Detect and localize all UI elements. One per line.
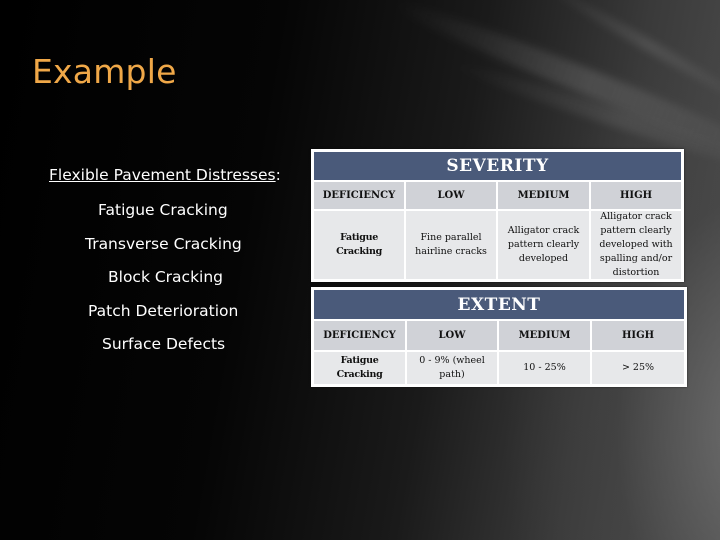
distress-list-heading: Flexible Pavement Distresses:: [49, 166, 281, 184]
distress-item: Patch Deterioration: [88, 302, 239, 320]
distress-heading-text: Flexible Pavement Distresses: [49, 166, 276, 184]
severity-cell-deficiency: Fatigue Cracking: [314, 211, 404, 279]
severity-header-medium: MEDIUM: [498, 182, 589, 209]
extent-cell-low: 0 - 9% (wheel path): [407, 352, 497, 384]
extent-header-deficiency: DEFICIENCY: [314, 321, 405, 350]
extent-header-high: HIGH: [592, 321, 684, 350]
severity-header-high: HIGH: [591, 182, 681, 209]
distress-heading-colon: :: [275, 166, 281, 184]
severity-header-deficiency: DEFICIENCY: [314, 182, 404, 209]
severity-table: SEVERITY DEFICIENCY LOW MEDIUM HIGH Fati…: [311, 149, 684, 282]
distress-item: Surface Defects: [102, 335, 226, 353]
light-streak: [390, 0, 720, 174]
extent-table-caption: EXTENT: [314, 290, 684, 319]
distress-item: Transverse Cracking: [85, 235, 242, 253]
extent-header-low: LOW: [407, 321, 497, 350]
severity-header-low: LOW: [406, 182, 496, 209]
distress-item: Block Cracking: [108, 268, 224, 286]
severity-table-caption: SEVERITY: [314, 152, 681, 180]
extent-table: EXTENT DEFICIENCY LOW MEDIUM HIGH Fatigu…: [311, 287, 687, 387]
severity-cell-medium: Alligator crack pattern clearly develope…: [498, 211, 589, 279]
extent-header-medium: MEDIUM: [499, 321, 590, 350]
extent-cell-high: > 25%: [592, 352, 684, 384]
severity-cell-high: Alligator crack pattern clearly develope…: [591, 211, 681, 279]
extent-cell-deficiency: Fatigue Cracking: [314, 352, 405, 384]
distress-item: Fatigue Cracking: [98, 201, 228, 219]
slide-title: Example: [32, 52, 177, 91]
severity-cell-low: Fine parallel hairline cracks: [406, 211, 496, 279]
extent-cell-medium: 10 - 25%: [499, 352, 590, 384]
